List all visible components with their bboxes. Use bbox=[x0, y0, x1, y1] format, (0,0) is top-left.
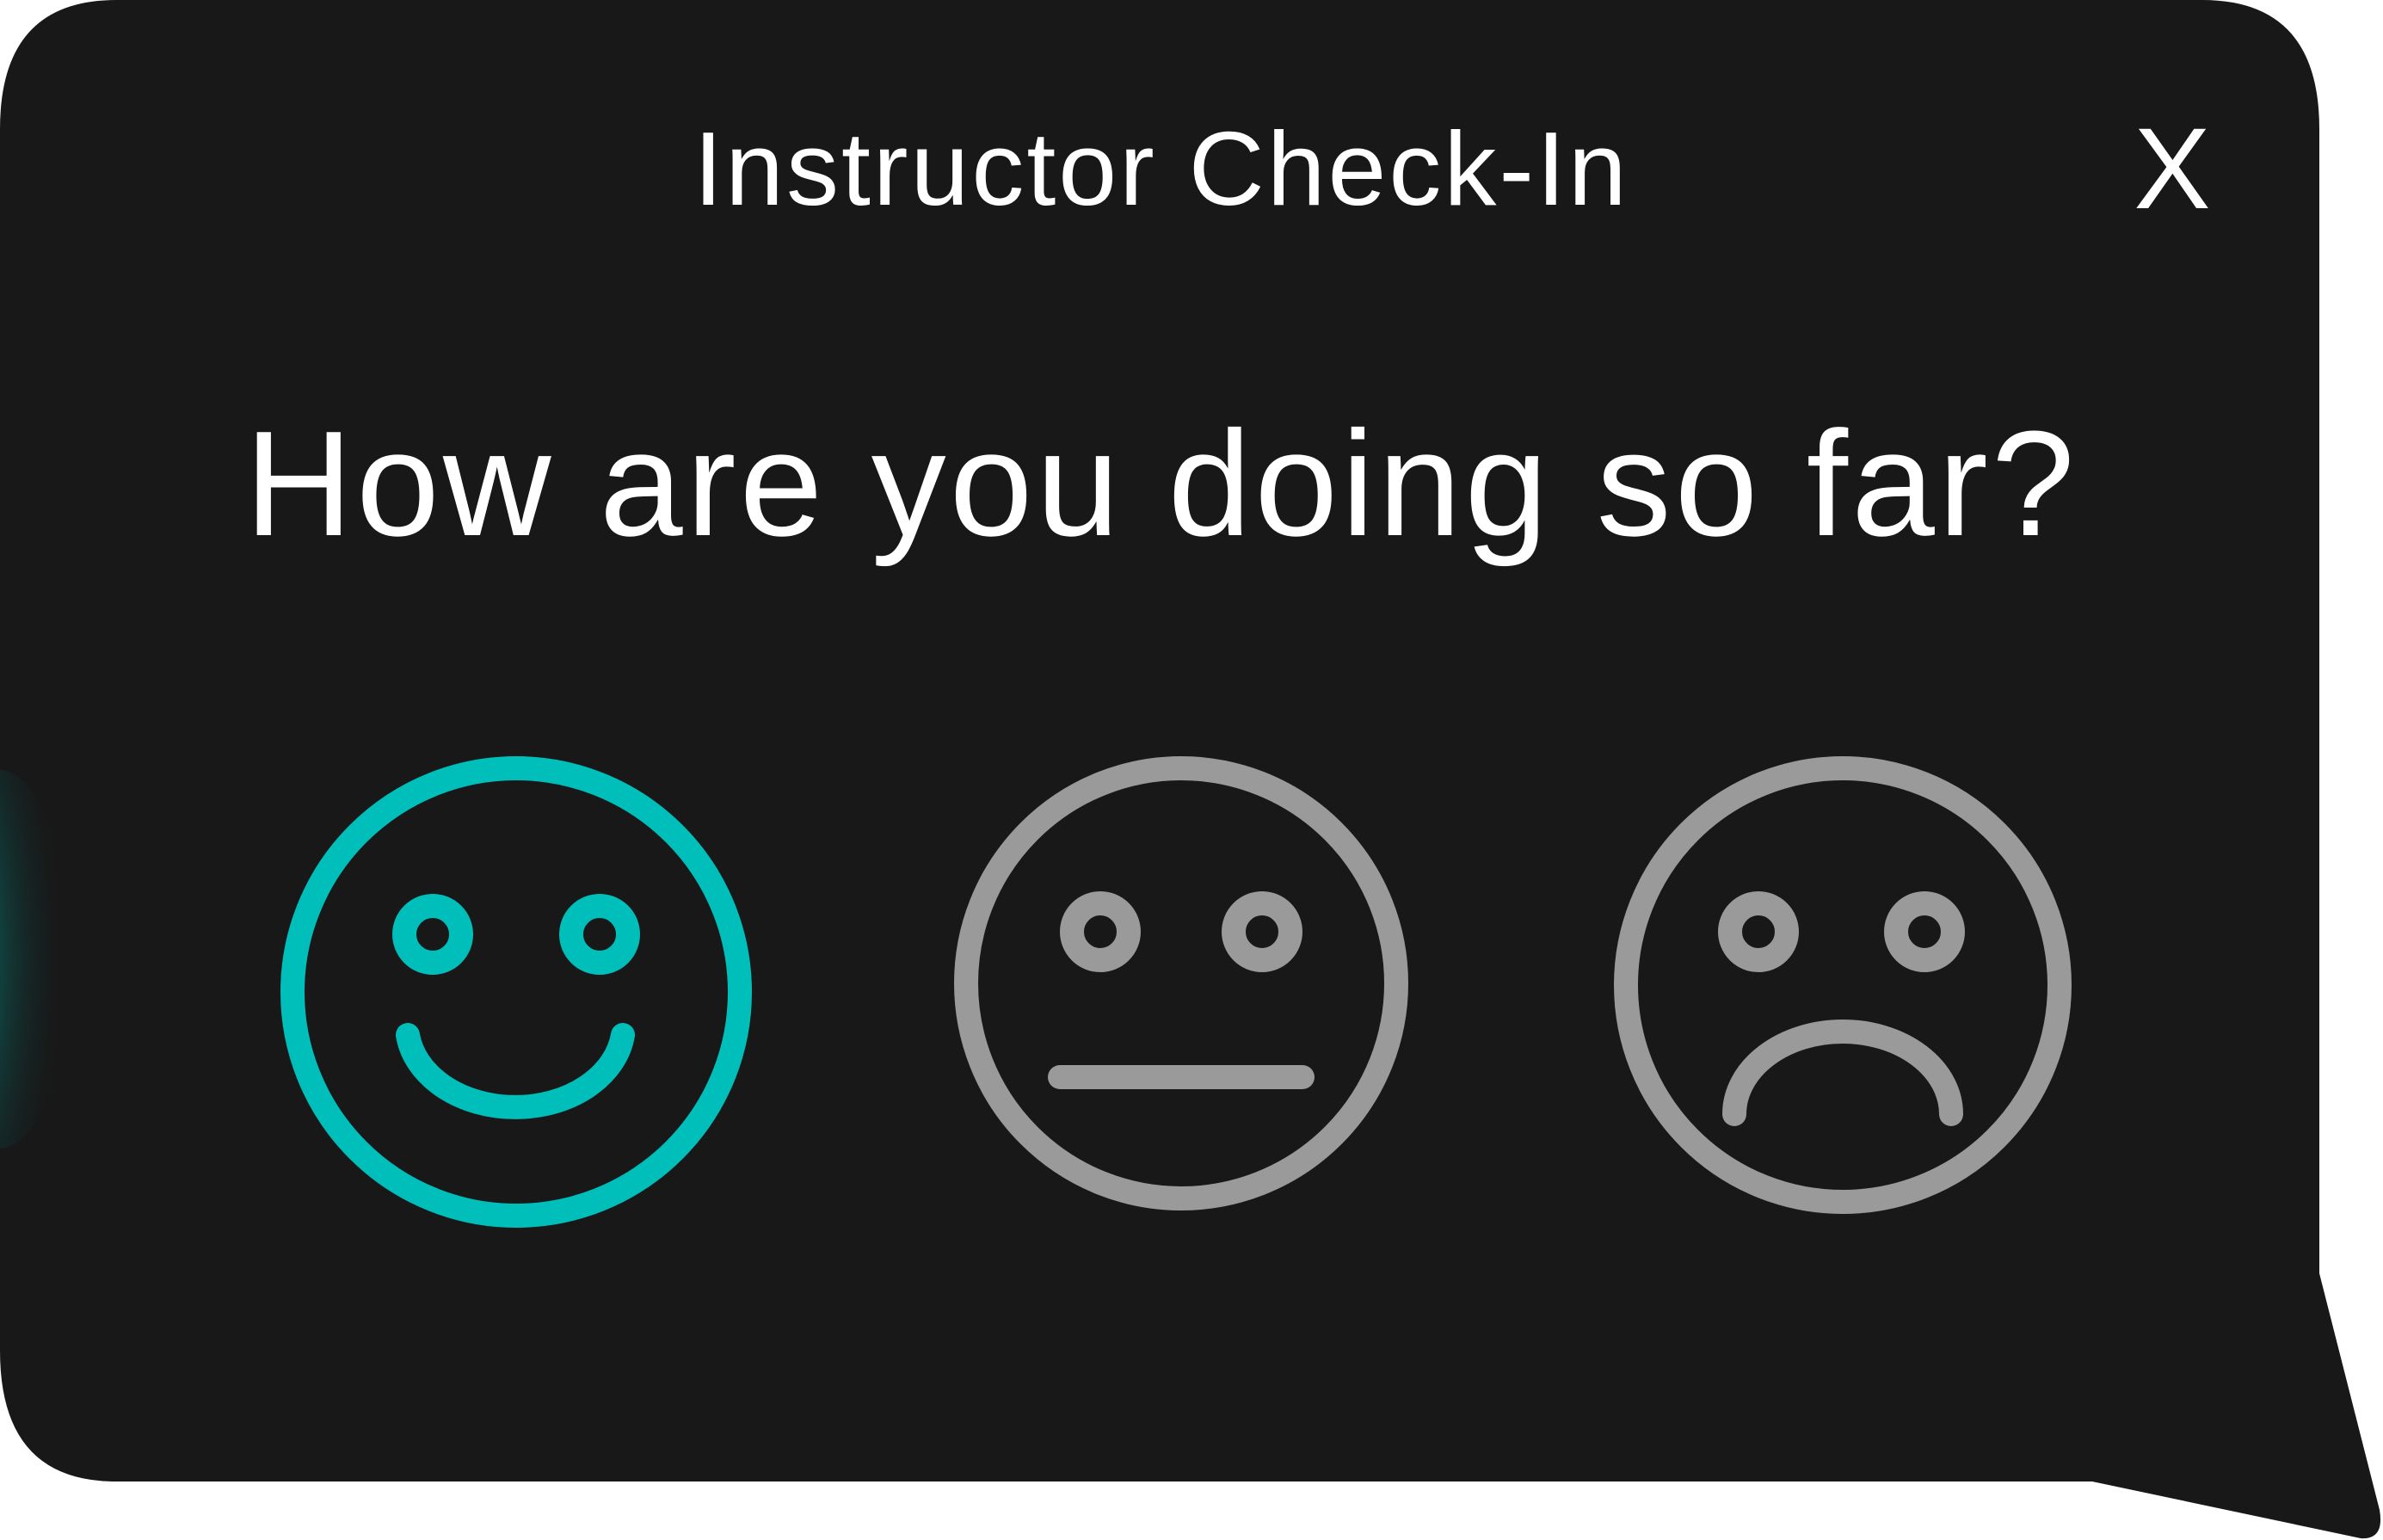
question-text: How are you doing so far? bbox=[244, 399, 2078, 567]
mood-option-neutral[interactable]: default bbox=[949, 751, 1413, 1216]
sad-face-icon bbox=[1614, 756, 2072, 1214]
mood-option-happy[interactable]: selected bbox=[275, 751, 757, 1233]
close-button[interactable]: X bbox=[2099, 105, 2245, 234]
mood-option-sad[interactable]: default bbox=[1609, 751, 2078, 1220]
dialog-title: Instructor Check-In bbox=[693, 110, 1629, 227]
happy-face-icon bbox=[280, 756, 752, 1228]
neutral-face-icon bbox=[954, 756, 1408, 1210]
